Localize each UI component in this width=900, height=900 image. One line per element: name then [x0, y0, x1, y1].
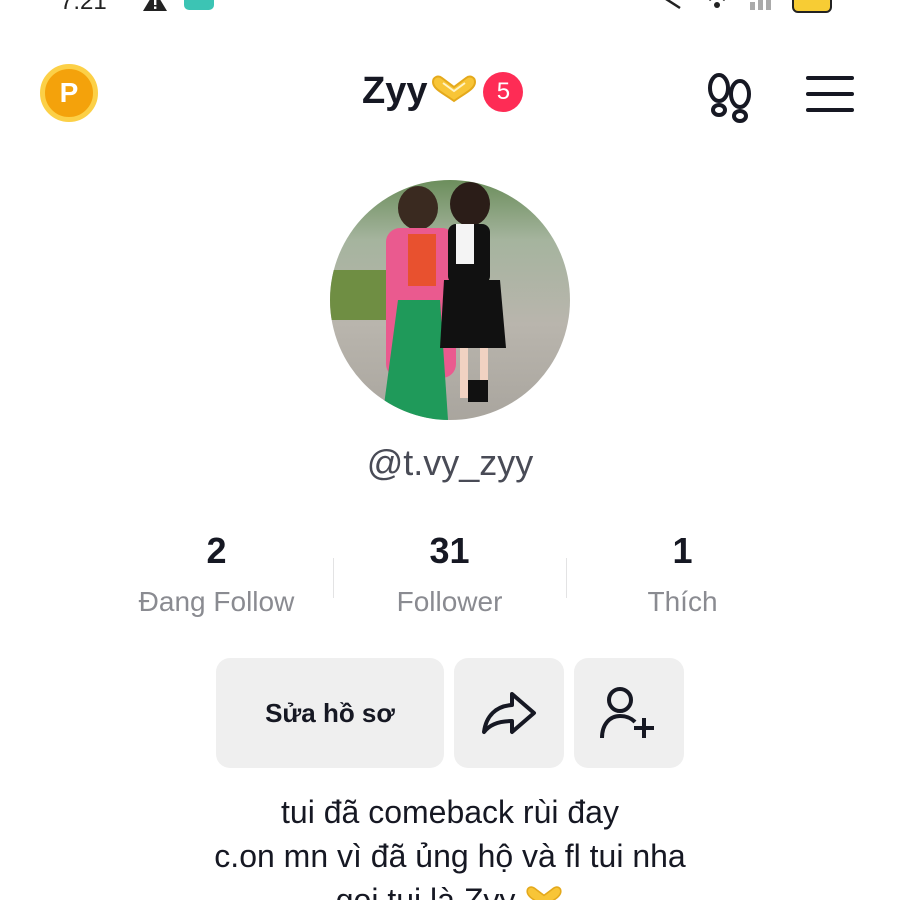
stat-likes[interactable]: 1 Thích: [566, 530, 799, 618]
battery-icon: [792, 0, 832, 13]
menu-icon[interactable]: [806, 76, 856, 114]
add-friend-button[interactable]: [574, 658, 684, 768]
stat-following-value: 2: [206, 530, 227, 571]
heart-hands-emoji-icon: [526, 886, 562, 900]
avatar-photo: [330, 182, 506, 420]
stat-following[interactable]: 2 Đang Follow: [100, 530, 333, 618]
warning-icon: [142, 0, 168, 17]
bio-line: gọi tui là Zyy: [335, 882, 516, 900]
status-icons: [650, 0, 832, 15]
stat-likes-value: 1: [672, 530, 693, 571]
stat-followers-label: Follower: [396, 586, 503, 617]
wifi-icon: [700, 0, 734, 15]
heart-hands-emoji-icon: [429, 73, 479, 110]
bio-line: tui đã comeback rùi đay: [281, 794, 619, 830]
coin-letter: P: [59, 77, 79, 108]
add-user-icon: [600, 687, 654, 739]
account-switcher[interactable]: Zyy 5: [362, 70, 524, 113]
stat-likes-label: Thích: [647, 586, 718, 617]
share-icon: [482, 692, 536, 734]
edit-profile-button[interactable]: Sửa hồ sơ: [216, 658, 444, 768]
share-profile-button[interactable]: [454, 658, 564, 768]
page-title: Zyy: [362, 70, 428, 112]
bio-line-3: gọi tui là Zyy: [0, 878, 900, 900]
mute-icon: [650, 0, 686, 15]
stats-row: 2 Đang Follow 31 Follower 1 Thích: [100, 530, 800, 630]
notification-badge: 5: [483, 71, 524, 112]
signal-icon: [748, 0, 778, 15]
stat-followers[interactable]: 31 Follower: [333, 530, 566, 618]
status-time: 7:21: [60, 0, 107, 15]
stat-following-label: Đang Follow: [138, 586, 295, 617]
top-bar: P Zyy 5: [0, 60, 900, 130]
bio-line: c.on mn vì đã ủng hộ và fl tui nha: [214, 838, 686, 874]
profile-handle: @t.vy_zyy: [366, 442, 534, 483]
coin-button[interactable]: P: [40, 64, 98, 122]
footprints-icon[interactable]: [706, 72, 754, 129]
app-notification-icon: [184, 0, 214, 10]
status-bar: 7:21: [0, 0, 900, 18]
stat-followers-value: 31: [429, 530, 470, 571]
bio: tui đã comeback rùi đay c.on mn vì đã ủn…: [0, 790, 900, 900]
avatar[interactable]: [330, 180, 570, 420]
